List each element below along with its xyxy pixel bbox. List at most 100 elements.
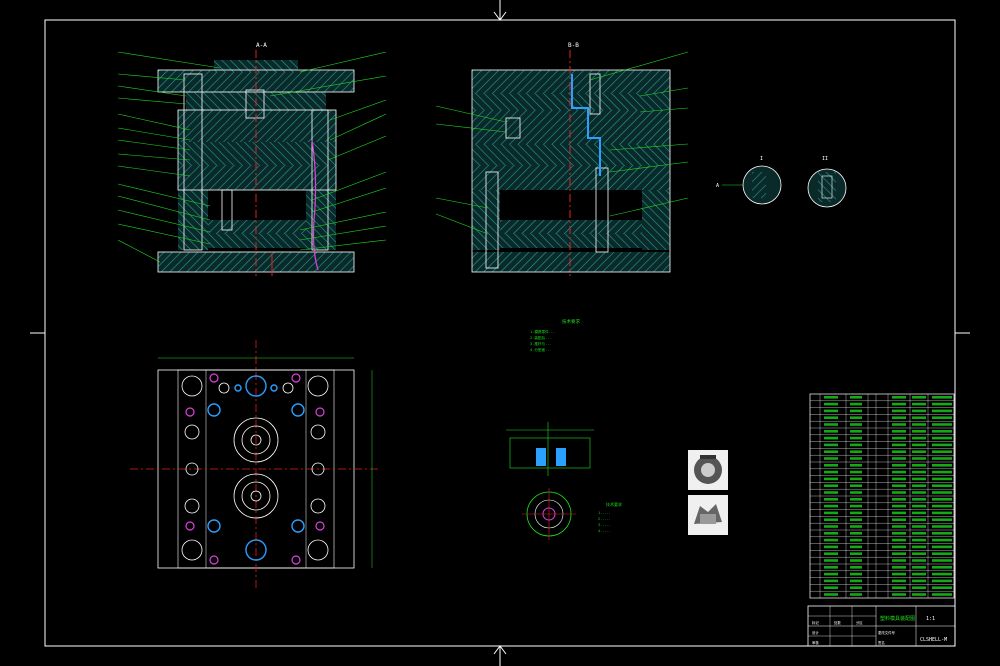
bom-cell-text — [850, 470, 862, 474]
bom-table — [809, 393, 955, 599]
part-notes-title: 技术要求 — [606, 501, 622, 507]
bom-cell-text — [824, 566, 838, 569]
bom-cell-text — [824, 416, 838, 419]
bom-cell-text — [850, 402, 862, 406]
notes-line-4: 4.分型面... — [530, 347, 552, 352]
bom-cell-text — [892, 566, 906, 569]
bom-cell-text — [912, 504, 926, 508]
mark-5: 签名 — [878, 640, 885, 645]
bom-cell-text — [912, 416, 926, 419]
bom-cell-text — [932, 464, 952, 467]
bom-cell-text — [932, 572, 952, 576]
bom-cell-text — [850, 443, 862, 447]
bom-cell-text — [850, 450, 862, 453]
bom-cell-text — [850, 572, 862, 576]
bom-cell-text — [912, 579, 926, 583]
bom-cell-text — [892, 484, 906, 487]
bom-cell-text — [824, 464, 838, 467]
bom-cell-text — [850, 545, 862, 549]
bom-cell-text — [824, 559, 838, 562]
bom-cell-text — [912, 423, 926, 426]
bom-cell-text — [892, 586, 906, 589]
bom-cell-text — [892, 450, 906, 453]
bom-cell-text — [824, 498, 838, 501]
bom-cell-text — [824, 396, 838, 399]
bom-cell-text — [850, 579, 862, 583]
bom-cell-text — [932, 436, 952, 440]
section-view-a: A-A — [117, 42, 387, 276]
bom-cell-text — [824, 532, 838, 535]
bom-cell-text — [824, 511, 838, 515]
detail-1-label: I — [760, 156, 763, 162]
bom-cell-text — [824, 545, 838, 549]
bom-cell-text — [850, 396, 862, 399]
bom-cell-text — [824, 423, 838, 426]
bom-cell-text — [912, 532, 926, 535]
mark-1: 标记 — [812, 620, 819, 625]
bom-cell-text — [932, 423, 952, 426]
bom-cell-text — [912, 545, 926, 549]
bom-cell-text — [912, 525, 926, 528]
bom-cell-text — [892, 470, 906, 474]
detail-arrow-label: A — [716, 183, 719, 189]
bom-cell-text — [912, 457, 926, 460]
bom-cell-text — [912, 430, 926, 433]
bom-cell-text — [912, 566, 926, 569]
bom-cell-text — [892, 436, 906, 440]
bom-cell-text — [824, 402, 838, 406]
bom-cell-text — [824, 579, 838, 583]
bom-cell-text — [932, 593, 952, 596]
gear-part-3d-icon — [688, 495, 728, 535]
section-a-label: A-A — [256, 42, 267, 49]
detail-2-label: II — [822, 156, 828, 162]
bom-cell-text — [892, 477, 906, 481]
plan-view — [130, 340, 380, 590]
bom-cell-text — [932, 498, 952, 501]
bom-cell-text — [932, 477, 952, 481]
technical-notes: 技术要求 1.模具零件... 2.装配后... 3.推杆与... 4.分型面..… — [530, 318, 580, 352]
bom-cell-text — [932, 552, 952, 555]
bom-cell-text — [932, 504, 952, 508]
part-notes-line-1: 1..... — [598, 511, 611, 515]
bom-cell-text — [932, 409, 952, 413]
bom-cell-text — [932, 518, 952, 521]
bom-cell-text — [932, 443, 952, 447]
notes-title: 技术要求 — [562, 318, 580, 325]
bom-cell-text — [912, 572, 926, 576]
bom-cell-text — [892, 552, 906, 555]
bom-cell-text — [824, 572, 838, 576]
part-notes-line-4: 4..... — [598, 529, 611, 533]
cad-drawing-sheet: A-A B-B A I II 技术要求 1.模具零件... 2.装配后... 3… — [30, 0, 970, 666]
bom-cell-text — [932, 402, 952, 406]
bom-cell-text — [892, 396, 906, 399]
bom-cell-text — [932, 586, 952, 589]
bom-cell-text — [912, 477, 926, 481]
bom-cell-text — [850, 559, 862, 562]
bom-cell-text — [932, 511, 952, 515]
section-view-b: B-B — [435, 42, 689, 276]
bom-cell-text — [912, 552, 926, 555]
bom-cell-text — [932, 559, 952, 562]
bom-cell-text — [892, 409, 906, 413]
bom-cell-text — [932, 538, 952, 542]
bom-cell-text — [892, 416, 906, 419]
bom-cell-text — [850, 477, 862, 481]
bom-cell-text — [892, 518, 906, 521]
bom-cell-text — [932, 545, 952, 549]
bom-cell-text — [824, 525, 838, 528]
bom-cell-text — [912, 586, 926, 589]
bom-cell-text — [824, 518, 838, 521]
bom-cell-text — [912, 443, 926, 447]
bom-cell-text — [892, 464, 906, 467]
bom-cell-text — [824, 477, 838, 481]
bom-cell-text — [912, 436, 926, 440]
bom-cell-text — [850, 532, 862, 535]
mark-2: 处数 — [834, 620, 841, 625]
bom-cell-text — [932, 450, 952, 453]
bom-cell-text — [932, 416, 952, 419]
bom-cell-text — [892, 430, 906, 433]
bom-cell-text — [892, 423, 906, 426]
bom-cell-text — [824, 504, 838, 508]
bom-cell-text — [892, 532, 906, 535]
bom-cell-text — [912, 464, 926, 467]
